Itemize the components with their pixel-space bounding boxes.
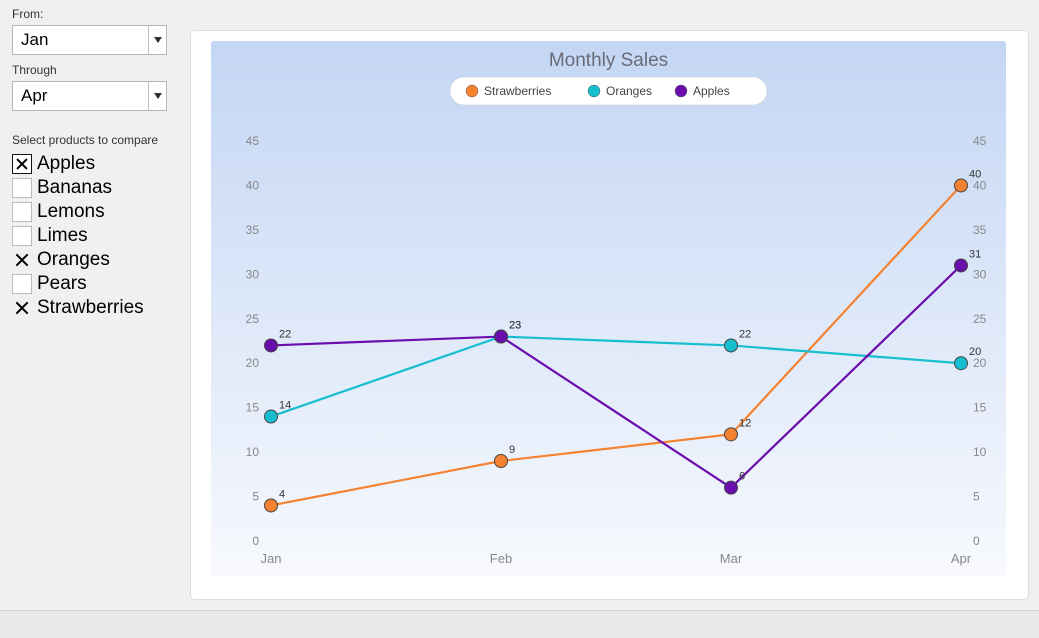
svg-text:22: 22 <box>739 328 751 340</box>
svg-text:6: 6 <box>739 471 745 483</box>
through-select[interactable]: Apr <box>12 81 167 111</box>
checkbox-limes[interactable] <box>12 226 32 246</box>
compare-label: Select products to compare <box>12 133 182 147</box>
product-label: Oranges <box>37 249 110 271</box>
svg-text:10: 10 <box>973 445 987 459</box>
from-select[interactable]: Jan <box>12 25 167 55</box>
product-row-pears: Pears <box>12 273 182 295</box>
svg-text:15: 15 <box>973 401 987 415</box>
product-row-limes: Limes <box>12 225 182 247</box>
product-label: Lemons <box>37 201 105 223</box>
checkbox-strawberries[interactable] <box>12 298 32 318</box>
chart-title: Monthly Sales <box>549 50 668 71</box>
svg-text:20: 20 <box>969 346 981 358</box>
svg-text:40: 40 <box>969 168 981 180</box>
svg-text:40: 40 <box>973 178 987 192</box>
product-row-bananas: Bananas <box>12 177 182 199</box>
svg-text:5: 5 <box>252 490 259 504</box>
svg-text:9: 9 <box>509 444 515 456</box>
product-label: Apples <box>37 153 95 175</box>
svg-text:Jan: Jan <box>261 551 282 566</box>
svg-text:23: 23 <box>509 320 521 332</box>
checkbox-bananas[interactable] <box>12 178 32 198</box>
product-label: Pears <box>37 273 87 295</box>
product-list: ApplesBananasLemonsLimesOrangesPearsStra… <box>12 153 182 319</box>
svg-text:12: 12 <box>739 417 751 429</box>
through-select-value: Apr <box>21 86 47 106</box>
svg-text:0: 0 <box>973 534 980 548</box>
svg-text:0: 0 <box>252 534 259 548</box>
checkbox-pears[interactable] <box>12 274 32 294</box>
svg-text:15: 15 <box>246 401 260 415</box>
monthly-sales-chart: Monthly Sales Strawberries Oranges Apples 0 0… <box>201 41 1016 591</box>
product-row-apples: Apples <box>12 153 182 175</box>
svg-text:14: 14 <box>279 400 291 412</box>
svg-text:25: 25 <box>973 312 987 326</box>
svg-text:35: 35 <box>246 223 260 237</box>
chart-card: Monthly Sales Strawberries Oranges Apples 0 0… <box>190 30 1029 600</box>
product-label: Bananas <box>37 177 112 199</box>
checkbox-apples[interactable] <box>12 154 32 174</box>
checkbox-oranges[interactable] <box>12 250 32 270</box>
svg-text:22: 22 <box>279 328 291 340</box>
through-label: Through <box>12 63 182 77</box>
checkbox-lemons[interactable] <box>12 202 32 222</box>
svg-text:20: 20 <box>973 356 987 370</box>
from-select-value: Jan <box>21 30 48 50</box>
svg-text:30: 30 <box>973 267 987 281</box>
from-label: From: <box>12 7 182 21</box>
legend-item[interactable]: Apples <box>693 84 730 98</box>
svg-text:10: 10 <box>246 445 260 459</box>
svg-text:45: 45 <box>246 134 260 148</box>
product-row-lemons: Lemons <box>12 201 182 223</box>
chevron-down-icon <box>148 82 166 110</box>
chevron-down-icon <box>148 26 166 54</box>
svg-text:20: 20 <box>246 356 260 370</box>
svg-text:Apr: Apr <box>951 551 972 566</box>
svg-text:25: 25 <box>246 312 260 326</box>
svg-text:40: 40 <box>246 178 260 192</box>
svg-text:Mar: Mar <box>720 551 743 566</box>
svg-text:45: 45 <box>973 134 987 148</box>
svg-text:31: 31 <box>969 248 981 260</box>
svg-text:4: 4 <box>279 488 285 500</box>
legend-item[interactable]: Oranges <box>606 84 652 98</box>
svg-text:Feb: Feb <box>490 551 512 566</box>
bottom-bar <box>0 610 1039 638</box>
svg-text:35: 35 <box>973 223 987 237</box>
product-row-strawberries: Strawberries <box>12 297 182 319</box>
product-row-oranges: Oranges <box>12 249 182 271</box>
legend-item[interactable]: Strawberries <box>484 84 551 98</box>
sidebar: From: Jan Through Apr Select products to… <box>12 5 182 595</box>
svg-text:30: 30 <box>246 267 260 281</box>
product-label: Limes <box>37 225 88 247</box>
product-label: Strawberries <box>37 297 144 319</box>
svg-text:5: 5 <box>973 490 980 504</box>
